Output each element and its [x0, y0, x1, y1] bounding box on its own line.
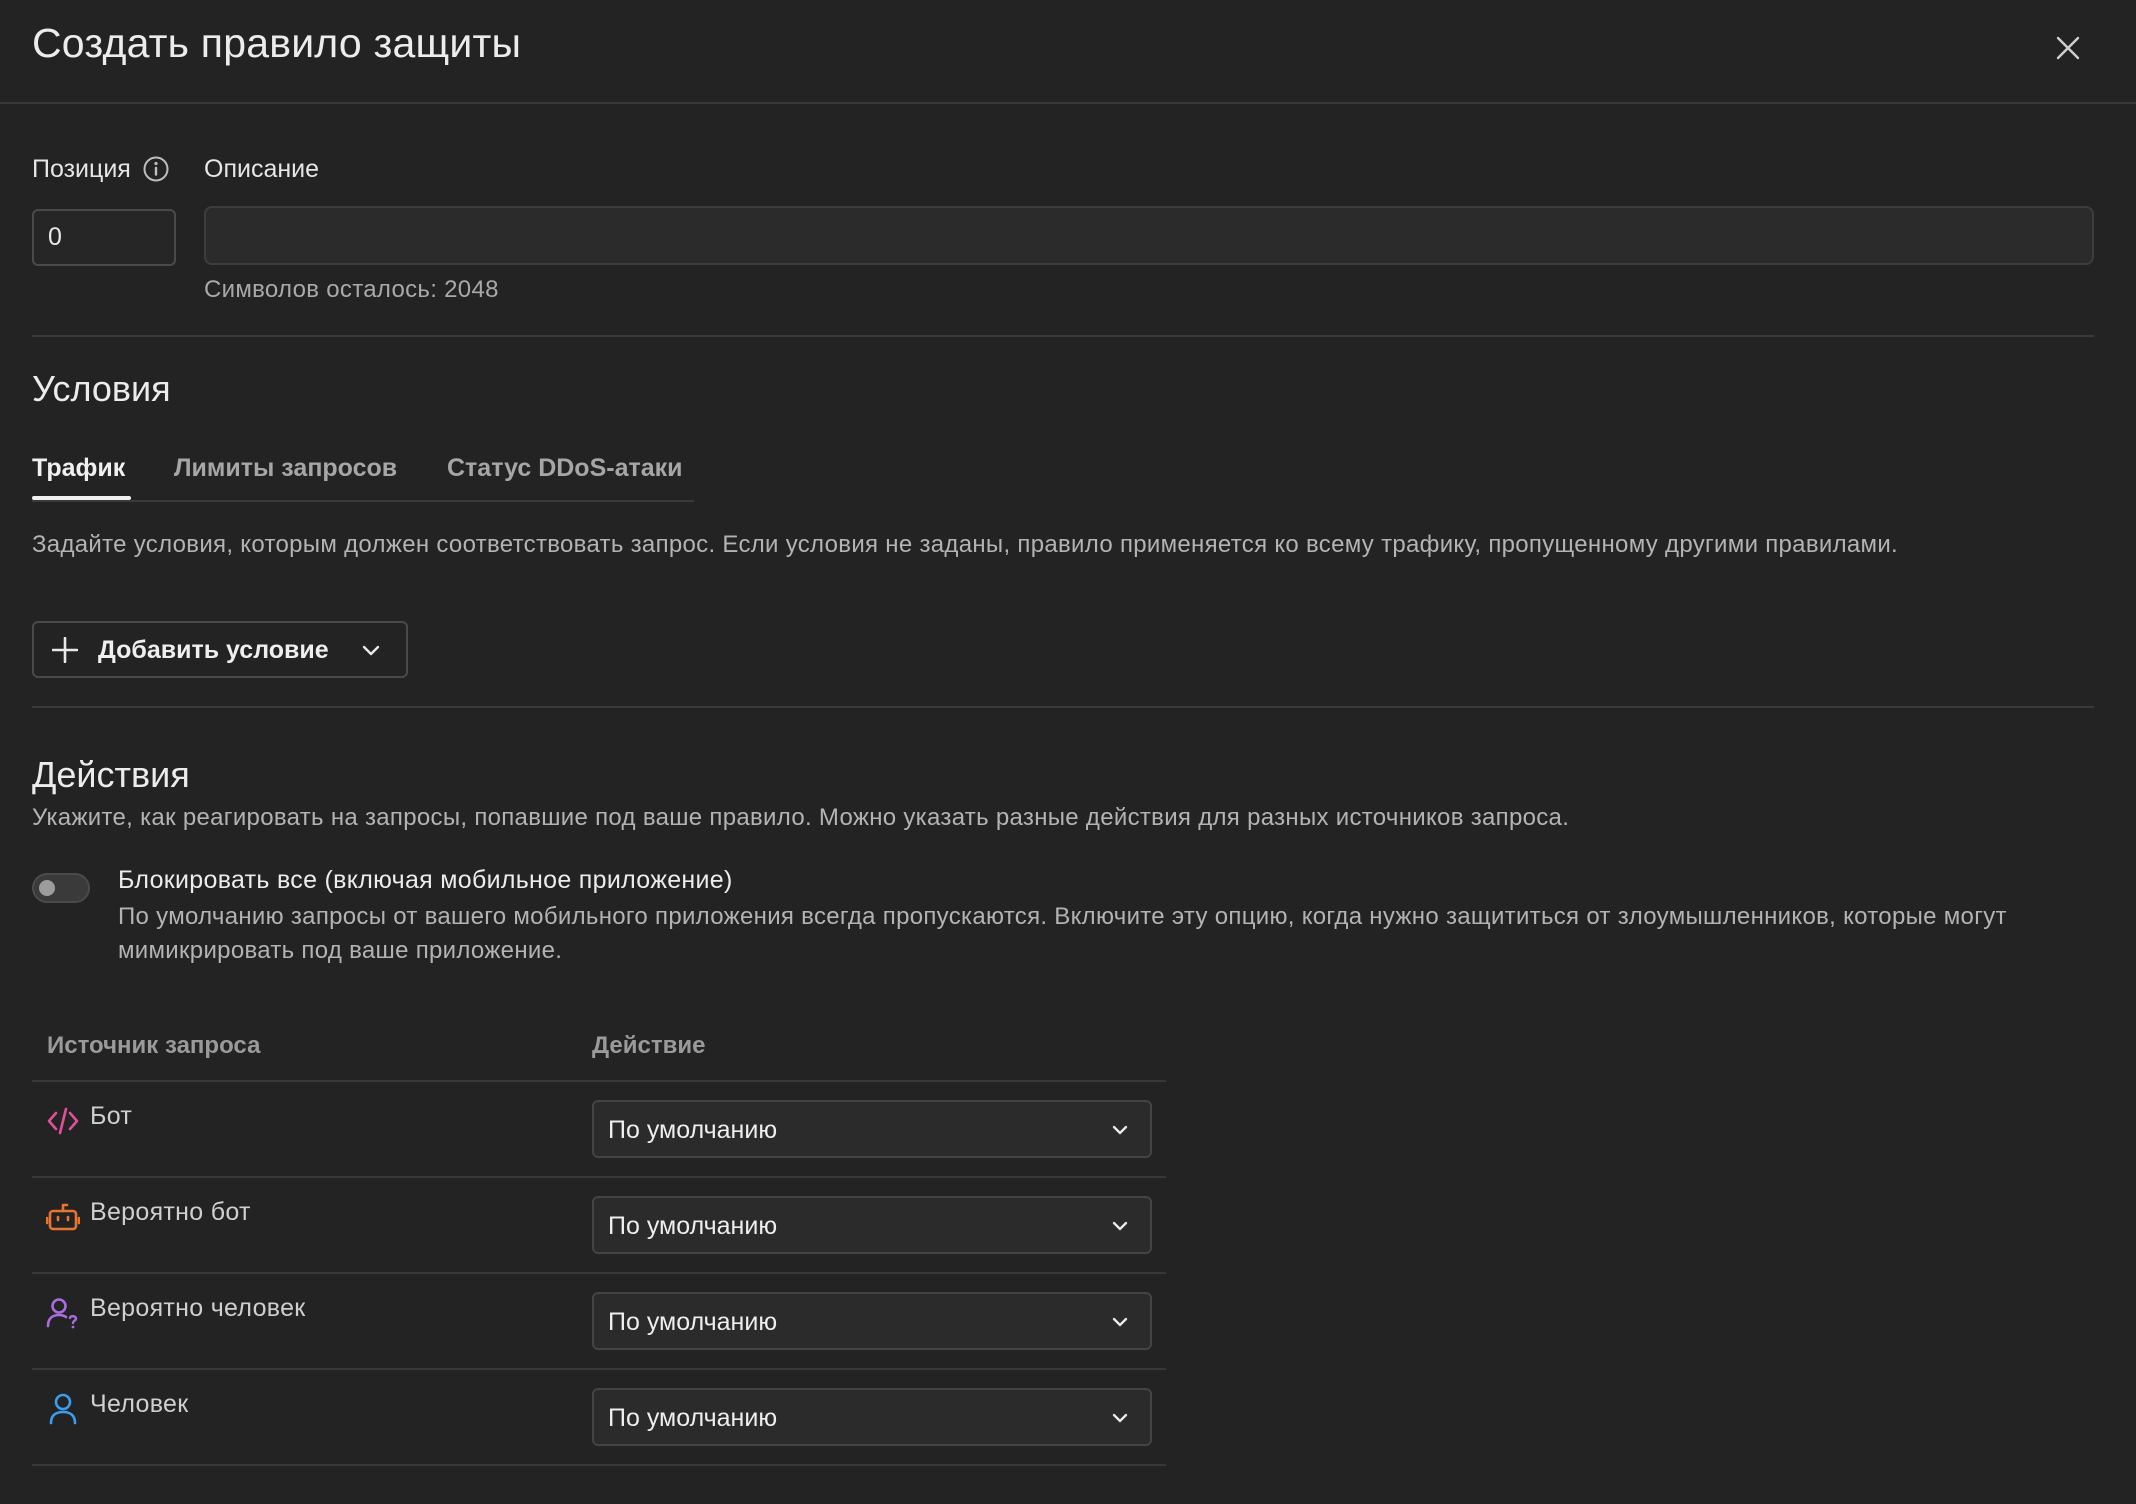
user-question-icon — [46, 1298, 78, 1329]
action-select-bot[interactable]: По умолчанию — [592, 1100, 1152, 1158]
chevron-down-icon — [1112, 1221, 1128, 1231]
actions-help: Укажите, как реагировать на запросы, поп… — [32, 804, 1570, 831]
source-label: Человек — [90, 1390, 189, 1418]
active-tab-indicator — [32, 496, 131, 500]
table-row-human: Человек По умолчанию — [32, 1370, 1166, 1466]
block-all-description: По умолчанию запросы от вашего мобильног… — [118, 903, 2007, 964]
tab-traffic[interactable]: Трафик — [32, 454, 125, 483]
table-row-bot: Бот По умолчанию — [32, 1082, 1166, 1178]
conditions-help: Задайте условия, которым должен соответс… — [32, 531, 1899, 558]
select-value: По умолчанию — [608, 1212, 778, 1240]
table-row-probably-human: Вероятно человек По умолчанию — [32, 1274, 1166, 1370]
info-icon[interactable] — [142, 155, 170, 183]
dialog-header: Создать правило защиты — [0, 0, 2136, 104]
code-icon — [47, 1107, 79, 1135]
source-label: Бот — [90, 1102, 133, 1130]
description-input[interactable] — [204, 206, 2094, 265]
description-label: Описание — [204, 155, 320, 183]
close-icon — [2056, 36, 2080, 60]
dialog-title: Создать правило защиты — [32, 20, 522, 66]
toggle-knob — [39, 880, 55, 896]
chars-left-hint: Символов осталось: 2048 — [204, 276, 499, 303]
position-input[interactable] — [32, 209, 176, 266]
action-select-probably-human[interactable]: По умолчанию — [592, 1292, 1152, 1350]
source-label: Вероятно человек — [90, 1294, 306, 1322]
row-divider — [32, 1464, 1166, 1466]
tab-ddos-status[interactable]: Статус DDoS-атаки — [447, 454, 683, 483]
chevron-down-icon — [1112, 1317, 1128, 1327]
select-value: По умолчанию — [608, 1404, 778, 1432]
block-all-label: Блокировать все (включая мобильное прило… — [118, 866, 733, 894]
chevron-down-icon — [1112, 1125, 1128, 1135]
action-select-human[interactable]: По умолчанию — [592, 1388, 1152, 1446]
conditions-tabs: Трафик Лимиты запросов Статус DDoS-атаки — [32, 450, 694, 502]
divider — [32, 335, 2094, 337]
chevron-down-icon — [1112, 1413, 1128, 1423]
add-condition-label: Добавить условие — [98, 636, 329, 664]
position-label: Позиция — [32, 155, 131, 183]
conditions-title: Условия — [32, 368, 171, 409]
robot-icon — [46, 1203, 80, 1231]
table-row-probably-bot: Вероятно бот По умолчанию — [32, 1178, 1166, 1274]
add-condition-button[interactable]: Добавить условие — [32, 621, 408, 678]
user-icon — [49, 1393, 77, 1425]
action-select-probably-bot[interactable]: По умолчанию — [592, 1196, 1152, 1254]
source-label: Вероятно бот — [90, 1198, 251, 1226]
block-all-toggle[interactable] — [32, 873, 90, 903]
table-header-action: Действие — [592, 1032, 706, 1059]
actions-title: Действия — [32, 754, 190, 795]
plus-icon — [52, 637, 78, 663]
chevron-down-icon — [362, 645, 380, 656]
tab-request-limits[interactable]: Лимиты запросов — [174, 454, 397, 483]
select-value: По умолчанию — [608, 1116, 778, 1144]
close-button[interactable] — [2048, 28, 2088, 68]
table-header-source: Источник запроса — [47, 1032, 261, 1059]
divider — [32, 706, 2094, 708]
select-value: По умолчанию — [608, 1308, 778, 1336]
